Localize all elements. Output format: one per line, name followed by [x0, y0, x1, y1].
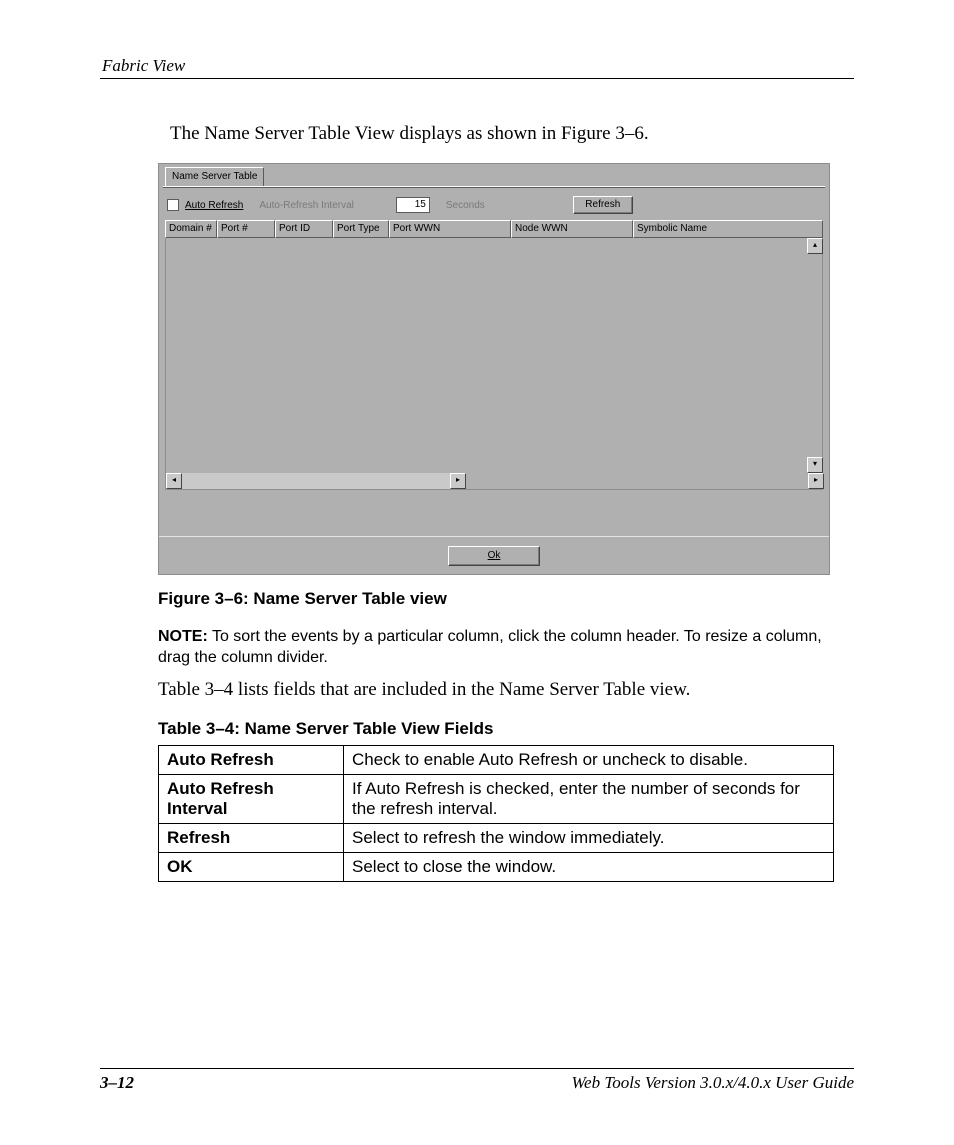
col-domain[interactable]: Domain # [165, 220, 217, 238]
grid-body: ▴ ▾ ▸ ◂ ▸ [165, 238, 823, 490]
table-row: Refresh Select to refresh the window imm… [159, 823, 834, 852]
table-row: Auto Refresh Interval If Auto Refresh is… [159, 774, 834, 823]
note-text: To sort the events by a particular colum… [158, 628, 822, 666]
field-desc: Select to refresh the window immediately… [344, 823, 834, 852]
col-symbolic-name[interactable]: Symbolic Name [633, 220, 823, 238]
column-headers: Domain # Port # Port ID Port Type Port W… [165, 220, 823, 238]
interval-label: Auto-Refresh Interval [259, 200, 354, 211]
hscroll-track[interactable] [182, 473, 450, 489]
table-row: Auto Refresh Check to enable Auto Refres… [159, 745, 834, 774]
col-port-num[interactable]: Port # [217, 220, 275, 238]
tab-name-server[interactable]: Name Server Table [165, 167, 264, 186]
table-row: OK Select to close the window. [159, 852, 834, 881]
field-name: Auto Refresh [159, 745, 344, 774]
scroll-up-icon[interactable]: ▴ [807, 238, 823, 254]
field-desc: If Auto Refresh is checked, enter the nu… [344, 774, 834, 823]
ok-rest: k [495, 550, 500, 561]
toolbar: Auto Refresh Auto-Refresh Interval 15 Se… [159, 188, 829, 220]
refresh-button[interactable]: Refresh [573, 196, 633, 214]
field-name: Auto Refresh Interval [159, 774, 344, 823]
field-desc: Check to enable Auto Refresh or uncheck … [344, 745, 834, 774]
table-title: Table 3–4: Name Server Table View Fields [158, 719, 854, 739]
table-area: Domain # Port # Port ID Port Type Port W… [165, 220, 823, 490]
col-node-wwn[interactable]: Node WWN [511, 220, 633, 238]
col-port-id[interactable]: Port ID [275, 220, 333, 238]
scroll-left-icon[interactable]: ◂ [166, 473, 182, 489]
name-server-dialog: Name Server Table Auto Refresh Auto-Refr… [158, 163, 830, 575]
tab-strip: Name Server Table [159, 164, 829, 186]
auto-refresh-checkbox[interactable] [167, 199, 179, 211]
field-desc: Select to close the window. [344, 852, 834, 881]
field-name: Refresh [159, 823, 344, 852]
running-head: Fabric View [100, 56, 854, 76]
figure-caption: Figure 3–6: Name Server Table view [158, 589, 854, 609]
ok-bar: Ok [159, 536, 829, 574]
footer-title: Web Tools Version 3.0.x/4.0.x User Guide [571, 1073, 854, 1093]
ok-button[interactable]: Ok [448, 546, 540, 566]
interval-input[interactable]: 15 [396, 197, 430, 213]
horizontal-scrollbar[interactable]: ◂ ▸ [166, 473, 466, 489]
vertical-scrollbar[interactable]: ▴ ▾ ▸ [807, 238, 823, 489]
seconds-label: Seconds [446, 200, 485, 211]
auto-refresh-label: Auto Refresh [185, 200, 243, 211]
note-label: NOTE: [158, 628, 208, 645]
para-table-intro: Table 3–4 lists fields that are included… [158, 679, 854, 701]
page-number: 3–12 [100, 1073, 134, 1093]
fields-table: Auto Refresh Check to enable Auto Refres… [158, 745, 834, 882]
col-port-wwn[interactable]: Port WWN [389, 220, 511, 238]
footer: 3–12 Web Tools Version 3.0.x/4.0.x User … [100, 1068, 854, 1093]
header-rule [100, 78, 854, 79]
col-port-type[interactable]: Port Type [333, 220, 389, 238]
field-name: OK [159, 852, 344, 881]
note: NOTE: To sort the events by a particular… [158, 627, 854, 669]
scroll-right-icon[interactable]: ▸ [808, 473, 824, 489]
scroll-down-icon[interactable]: ▾ [807, 457, 823, 473]
intro-paragraph: The Name Server Table View displays as s… [170, 123, 854, 145]
scroll-right-icon-2[interactable]: ▸ [450, 473, 466, 489]
